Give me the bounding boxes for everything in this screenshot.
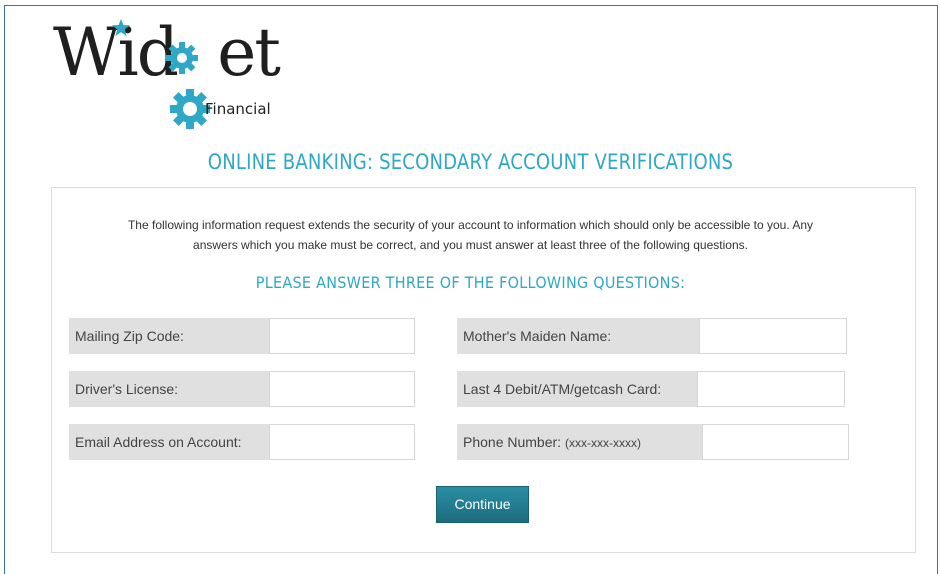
maiden-name-label: Mother's Maiden Name: <box>457 318 699 354</box>
widget-financial-logo: Widget <box>51 14 311 136</box>
questions-title: PLEASE ANSWER THREE OF THE FOLLOWING QUE… <box>255 273 686 292</box>
intro-text: The following information request extend… <box>0 215 941 255</box>
continue-button[interactable]: Continue <box>436 486 529 523</box>
intro-line-1: The following information request extend… <box>127 218 814 232</box>
intro-line-2: answers which you make must be correct, … <box>193 238 748 252</box>
star-icon <box>112 19 130 36</box>
drivers-license-label: Driver's License: <box>69 371 269 407</box>
email-label: Email Address on Account: <box>69 424 269 460</box>
card-last4-input[interactable] <box>697 371 845 407</box>
maiden-name-input[interactable] <box>699 318 847 354</box>
logo-subtitle: Financial <box>205 100 271 118</box>
page-title: ONLINE BANKING: SECONDARY ACCOUNT VERIFI… <box>207 150 734 174</box>
gear-icon <box>166 42 210 129</box>
phone-label-text: Phone Number: <box>463 434 562 450</box>
phone-format-hint: (xxx-xxx-xxxx) <box>564 436 641 450</box>
zip-label: Mailing Zip Code: <box>69 318 269 354</box>
email-input[interactable] <box>269 424 415 460</box>
card-last4-label: Last 4 Debit/ATM/getcash Card: <box>457 371 697 407</box>
phone-input[interactable] <box>702 424 849 460</box>
drivers-license-input[interactable] <box>269 371 415 407</box>
phone-label: Phone Number: (xxx-xxx-xxxx) <box>457 424 702 460</box>
zip-input[interactable] <box>269 318 415 354</box>
